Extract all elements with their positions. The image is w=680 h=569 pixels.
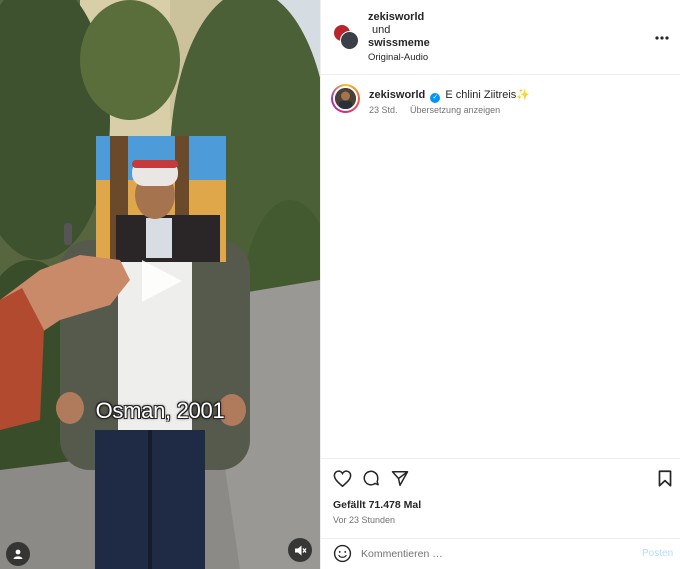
header-text: zekisworld und swissmeme Original-Audio	[368, 11, 430, 64]
comment-icon[interactable]	[361, 468, 381, 488]
play-icon[interactable]	[138, 258, 184, 304]
sparkle-emoji: ✨	[516, 89, 530, 101]
conjunction-text: und	[372, 24, 391, 36]
caption-meta: 23 Std. Übersetzung anzeigen	[369, 105, 500, 115]
audio-link[interactable]: Original-Audio	[368, 51, 430, 64]
username-link[interactable]: swissmeme	[368, 37, 430, 50]
comment-input[interactable]	[361, 546, 621, 562]
post-header: zekisworld und swissmeme Original-Audio	[321, 0, 680, 75]
post-side-panel: zekisworld und swissmeme Original-Audio	[320, 0, 680, 569]
caption-text-row: zekisworld ✓ E chlini Ziitreis✨	[369, 88, 530, 103]
post-media[interactable]: Osman, 2001	[0, 0, 320, 569]
mute-icon[interactable]	[288, 538, 312, 562]
user-tag-icon[interactable]	[6, 542, 30, 566]
emoji-icon[interactable]	[333, 544, 352, 563]
share-icon[interactable]	[390, 468, 410, 488]
video-overlay-text: Osman, 2001	[95, 398, 225, 423]
username-link[interactable]: zekisworld	[368, 11, 430, 24]
action-bar: Gefällt 71.478 Mal Vor 23 Stunden	[321, 458, 680, 538]
caption-text: E chlini Ziitreis	[445, 89, 517, 101]
comment-bar: Posten	[321, 538, 680, 569]
post-time[interactable]: Vor 23 Stunden	[333, 515, 395, 525]
username-link[interactable]: zekisworld	[369, 89, 425, 101]
post-button[interactable]: Posten	[642, 548, 673, 559]
like-count[interactable]: Gefällt 71.478 Mal	[333, 499, 421, 511]
bookmark-icon[interactable]	[655, 468, 675, 488]
more-icon[interactable]	[655, 27, 669, 44]
avatar[interactable]	[340, 31, 359, 50]
story-ring-avatar[interactable]	[331, 84, 360, 113]
avatar	[335, 88, 356, 109]
verified-badge-icon: ✓	[430, 93, 441, 103]
caption-time[interactable]: 23 Std.	[369, 105, 398, 115]
heart-icon[interactable]	[332, 468, 352, 488]
translate-link[interactable]: Übersetzung anzeigen	[410, 105, 500, 115]
collab-avatars[interactable]	[333, 24, 359, 50]
